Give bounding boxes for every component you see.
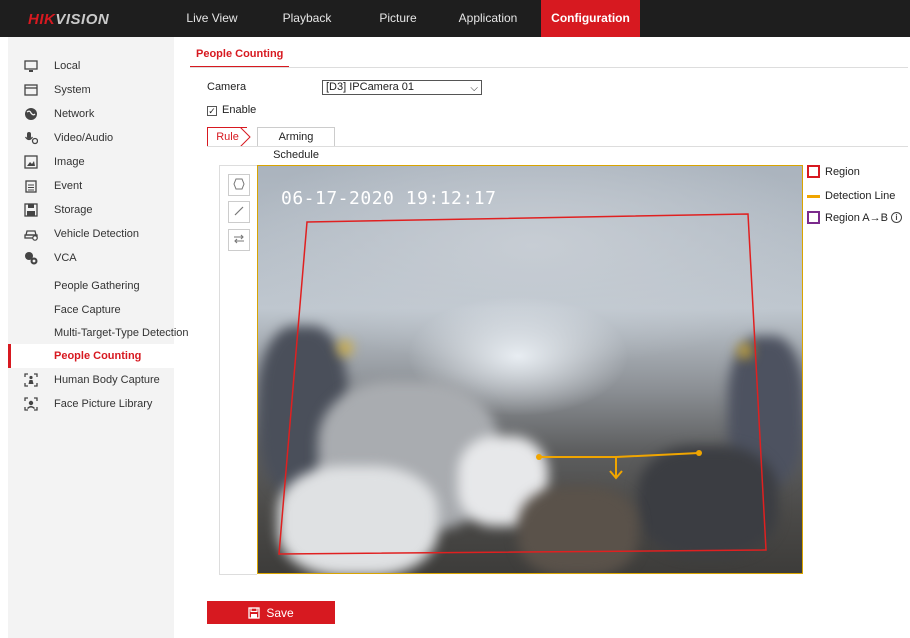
image-icon bbox=[24, 155, 38, 169]
calendar-icon bbox=[24, 179, 38, 193]
nav-configuration[interactable]: Configuration bbox=[541, 0, 640, 37]
enable-label: Enable bbox=[222, 104, 257, 116]
sidebar-item-image[interactable]: Image bbox=[8, 150, 174, 174]
vca-icon bbox=[24, 251, 38, 265]
sidebar-item-label: Event bbox=[54, 180, 83, 192]
sidebar-item-event[interactable]: Event bbox=[8, 174, 174, 198]
monitor-icon bbox=[24, 59, 38, 73]
sidebar: Local System Network Video/Audio Image E… bbox=[8, 37, 189, 638]
legend-detection-line-label: Detection Line bbox=[825, 190, 896, 202]
sidebar-subitem-people-counting[interactable]: People Counting bbox=[8, 344, 174, 368]
camera-select-value: [D3] IPCamera 01 bbox=[326, 81, 415, 93]
sidebar-subitem-multi-target-type-detection[interactable]: Multi-Target-Type Detection bbox=[8, 321, 189, 345]
legend-detection-line: Detection Line bbox=[807, 190, 895, 202]
legend-region-label: Region bbox=[825, 165, 860, 178]
hikvision-logo: HIKVISION bbox=[28, 11, 110, 28]
app-root: HIKVISION Live View Playback Picture App… bbox=[0, 0, 910, 638]
sidebar-item-local[interactable]: Local bbox=[8, 54, 174, 78]
detection-line-handle bbox=[696, 450, 702, 456]
camera-label: Camera bbox=[207, 81, 247, 93]
top-nav-bar: HIKVISION Live View Playback Picture App… bbox=[0, 0, 910, 37]
region-swatch-icon bbox=[807, 165, 820, 178]
legend-region-ab-label: Region A→B bbox=[825, 211, 888, 224]
sidebar-item-label: Face Picture Library bbox=[54, 398, 153, 410]
divider bbox=[207, 146, 908, 147]
switch-direction-button[interactable] bbox=[228, 229, 250, 251]
save-button-label: Save bbox=[266, 605, 294, 620]
sidebar-item-vca[interactable]: VCA bbox=[8, 246, 174, 270]
draw-line-button[interactable] bbox=[228, 201, 250, 223]
sidebar-item-label: Vehicle Detection bbox=[54, 228, 139, 240]
sidebar-item-label: Local bbox=[54, 60, 81, 72]
enable-checkbox[interactable]: ✓ bbox=[207, 106, 217, 116]
sidebar-item-video-audio[interactable]: Video/Audio bbox=[8, 126, 174, 150]
vehicle-icon bbox=[24, 227, 38, 241]
save-icon bbox=[248, 606, 260, 619]
microphone-icon bbox=[24, 131, 38, 145]
sidebar-subitem-people-gathering[interactable]: People Gathering bbox=[8, 274, 174, 298]
sidebar-subitem-face-capture[interactable]: Face Capture bbox=[8, 298, 174, 322]
sidebar-item-label: Network bbox=[54, 108, 95, 120]
sidebar-item-label: VCA bbox=[54, 252, 77, 264]
info-icon[interactable]: i bbox=[890, 212, 902, 223]
line-icon bbox=[233, 205, 245, 220]
polygon-icon bbox=[233, 178, 245, 193]
nav-live-view[interactable]: Live View bbox=[186, 0, 238, 37]
nav-application[interactable]: Application bbox=[448, 0, 528, 37]
face-library-icon bbox=[24, 397, 38, 411]
sidebar-item-label: System bbox=[54, 84, 91, 96]
nav-playback[interactable]: Playback bbox=[276, 0, 338, 37]
sidebar-item-system[interactable]: System bbox=[8, 78, 174, 102]
drawing-tool-panel bbox=[219, 165, 257, 575]
save-button[interactable]: Save bbox=[207, 601, 335, 624]
region-ab-swatch-icon bbox=[807, 211, 820, 224]
sidebar-item-storage[interactable]: Storage bbox=[8, 198, 174, 222]
legend-region-ab: Region A→B i bbox=[807, 211, 902, 224]
sidebar-item-label: Human Body Capture bbox=[54, 374, 160, 386]
camera-video-feed[interactable]: 06-17-2020 19:12:17 bbox=[257, 165, 803, 574]
chevron-down-icon: ⌵ bbox=[470, 83, 478, 94]
sidebar-item-label: Image bbox=[54, 156, 85, 168]
sidebar-item-network[interactable]: Network bbox=[8, 102, 174, 126]
sidebar-item-vehicle-detection[interactable]: Vehicle Detection bbox=[8, 222, 174, 246]
direction-arrow bbox=[609, 457, 623, 480]
sidebar-item-human-body-capture[interactable]: Human Body Capture bbox=[8, 368, 174, 392]
swap-arrows-icon bbox=[233, 233, 245, 248]
legend-region: Region bbox=[807, 165, 860, 178]
sidebar-item-label: Storage bbox=[54, 204, 93, 216]
detection-line bbox=[539, 452, 700, 458]
tab-arrow-icon bbox=[240, 127, 251, 147]
sidebar-item-face-picture-library[interactable]: Face Picture Library bbox=[8, 392, 174, 416]
page-title-tab[interactable]: People Counting bbox=[190, 44, 290, 68]
human-body-icon bbox=[24, 373, 38, 387]
disk-icon bbox=[24, 203, 38, 217]
camera-select[interactable]: [D3] IPCamera 01 ⌵ bbox=[322, 80, 482, 95]
nav-picture[interactable]: Picture bbox=[370, 0, 426, 37]
rule-overlay bbox=[278, 213, 767, 555]
draw-region-button[interactable] bbox=[228, 174, 250, 196]
divider bbox=[190, 67, 908, 68]
sidebar-item-label: Video/Audio bbox=[54, 132, 114, 144]
detection-line-handle bbox=[536, 454, 542, 460]
window-icon bbox=[24, 83, 38, 97]
tab-arming-schedule[interactable]: Arming Schedule bbox=[257, 127, 335, 161]
counting-region bbox=[278, 213, 767, 555]
line-swatch-icon bbox=[807, 194, 820, 198]
globe-icon bbox=[24, 107, 38, 121]
